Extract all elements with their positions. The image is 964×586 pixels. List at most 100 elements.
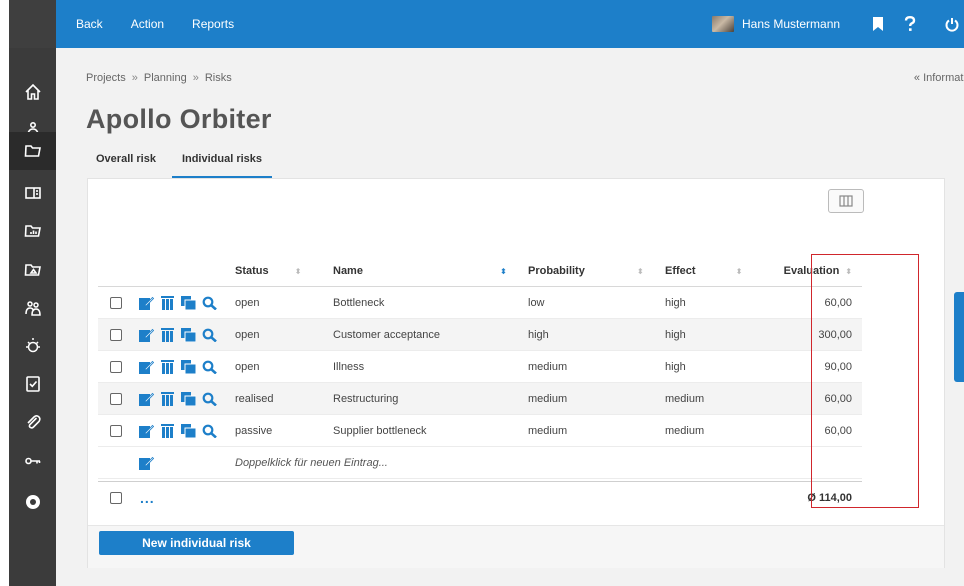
sidebar-item-tasks[interactable] — [9, 365, 56, 403]
table-row[interactable]: passive Supplier bottleneck medium medium 60… — [98, 415, 862, 447]
cell-probability: high — [528, 329, 549, 341]
row-checkbox[interactable] — [110, 383, 122, 415]
cell-status: realised — [235, 393, 274, 405]
column-name-label: Name — [333, 265, 363, 277]
help-button[interactable] — [900, 0, 920, 48]
search-icon[interactable] — [202, 424, 217, 438]
column-chooser-button[interactable] — [828, 189, 864, 213]
sidebar-item-board[interactable] — [9, 174, 56, 212]
sidebar-item-ideas[interactable] — [9, 327, 56, 365]
search-icon[interactable] — [202, 360, 217, 374]
bookmark-button[interactable] — [868, 0, 888, 48]
new-entry-row[interactable]: Doppelklick für neuen Eintrag... — [98, 447, 862, 479]
sidebar-item-reports[interactable] — [9, 212, 56, 250]
edit-icon[interactable] — [139, 360, 154, 374]
column-evaluation[interactable]: Evaluation ⬍ — [766, 255, 862, 287]
breadcrumb-planning[interactable]: Planning — [144, 72, 187, 84]
checkbox[interactable] — [110, 297, 122, 309]
cell-status: open — [235, 361, 260, 373]
copy-icon[interactable] — [181, 424, 196, 438]
row-checkbox[interactable] — [110, 287, 122, 319]
new-entry-placeholder[interactable]: Doppelklick für neuen Eintrag... — [235, 447, 388, 479]
cell-name: Supplier bottleneck — [333, 425, 427, 437]
breadcrumb-projects[interactable]: Projects — [86, 72, 126, 84]
tab-overall-risk[interactable]: Overall risk — [96, 148, 156, 178]
trash-icon[interactable] — [160, 392, 175, 406]
copy-icon[interactable] — [181, 296, 196, 310]
sidebar — [9, 0, 56, 586]
cell-probability: medium — [528, 393, 568, 405]
copy-icon[interactable] — [181, 328, 196, 342]
search-icon[interactable] — [202, 296, 217, 310]
sidebar-item-home[interactable] — [9, 73, 56, 111]
logout-button[interactable] — [941, 0, 963, 48]
sidebar-item-planning[interactable] — [9, 251, 56, 289]
tab-bar: Overall risk Individual risks — [96, 148, 298, 178]
column-probability-label: Probability — [528, 265, 585, 277]
lifebuoy-icon — [25, 495, 40, 509]
sidebar-item-help[interactable] — [9, 483, 56, 521]
search-icon[interactable] — [202, 392, 217, 406]
board-icon — [24, 187, 41, 199]
lightbulb-icon — [25, 338, 40, 353]
column-status[interactable]: Status ⬍ — [235, 255, 317, 287]
table-row[interactable]: realised Restructuring medium medium 60,00 — [98, 383, 862, 415]
checkbox[interactable] — [110, 492, 122, 504]
reports-link[interactable]: Reports — [192, 17, 234, 31]
copy-icon[interactable] — [181, 360, 196, 374]
cell-name: Customer acceptance — [333, 329, 440, 341]
trash-icon[interactable] — [160, 360, 175, 374]
edit-icon[interactable] — [139, 296, 154, 310]
sidebar-item-projects[interactable] — [9, 132, 56, 170]
cell-effect: medium — [665, 393, 705, 405]
sidebar-item-attachments[interactable] — [9, 403, 56, 441]
cell-evaluation: 60,00 — [824, 425, 852, 437]
search-icon[interactable] — [202, 328, 217, 342]
question-icon — [904, 16, 916, 31]
cell-probability: low — [528, 297, 545, 309]
select-all-checkbox[interactable] — [110, 482, 122, 514]
user-menu[interactable]: Hans Mustermann — [712, 0, 840, 48]
checkbox[interactable] — [110, 393, 122, 405]
column-effect[interactable]: Effect ⬍ — [665, 255, 755, 287]
row-actions — [139, 383, 217, 415]
checkbox[interactable] — [110, 361, 122, 373]
column-probability[interactable]: Probability ⬍ — [528, 255, 653, 287]
trash-icon[interactable] — [160, 296, 175, 310]
checkbox[interactable] — [110, 329, 122, 341]
trash-icon[interactable] — [160, 328, 175, 342]
information-link[interactable]: « Informatio — [914, 72, 964, 84]
table-row[interactable]: open Bottleneck low high 60,00 — [98, 287, 862, 319]
column-name[interactable]: Name ⬍ — [333, 255, 521, 287]
page-title: Apollo Orbiter — [86, 104, 272, 134]
new-individual-risk-button[interactable]: New individual risk — [99, 531, 294, 555]
cell-status: open — [235, 297, 260, 309]
copy-icon[interactable] — [181, 392, 196, 406]
tab-individual-risks[interactable]: Individual risks — [171, 148, 273, 178]
edit-icon[interactable] — [139, 328, 154, 342]
sidebar-item-team[interactable] — [9, 289, 56, 327]
sidebar-item-access[interactable] — [9, 442, 56, 480]
row-checkbox[interactable] — [110, 415, 122, 447]
new-entry-edit[interactable] — [139, 447, 154, 479]
edit-icon[interactable] — [139, 392, 154, 406]
action-link[interactable]: Action — [131, 17, 164, 31]
row-actions — [139, 415, 217, 447]
folder-icon — [24, 145, 41, 157]
table-row[interactable]: open Illness medium high 90,00 — [98, 351, 862, 383]
back-link[interactable]: Back — [76, 17, 103, 31]
cell-effect: medium — [665, 425, 705, 437]
cell-evaluation: 90,00 — [824, 361, 852, 373]
edit-icon[interactable] — [139, 424, 154, 438]
breadcrumb-risks[interactable]: Risks — [205, 72, 232, 84]
side-panel-handle[interactable] — [954, 292, 964, 382]
more-actions[interactable]: ... — [140, 482, 155, 514]
table-row[interactable]: open Customer acceptance high high 300,00 — [98, 319, 862, 351]
breadcrumb-separator: » — [192, 72, 199, 84]
row-checkbox[interactable] — [110, 351, 122, 383]
trash-icon[interactable] — [160, 424, 175, 438]
row-checkbox[interactable] — [110, 319, 122, 351]
checkbox[interactable] — [110, 425, 122, 437]
cell-name: Illness — [333, 361, 365, 373]
sort-icon: ⬍ — [294, 266, 302, 276]
